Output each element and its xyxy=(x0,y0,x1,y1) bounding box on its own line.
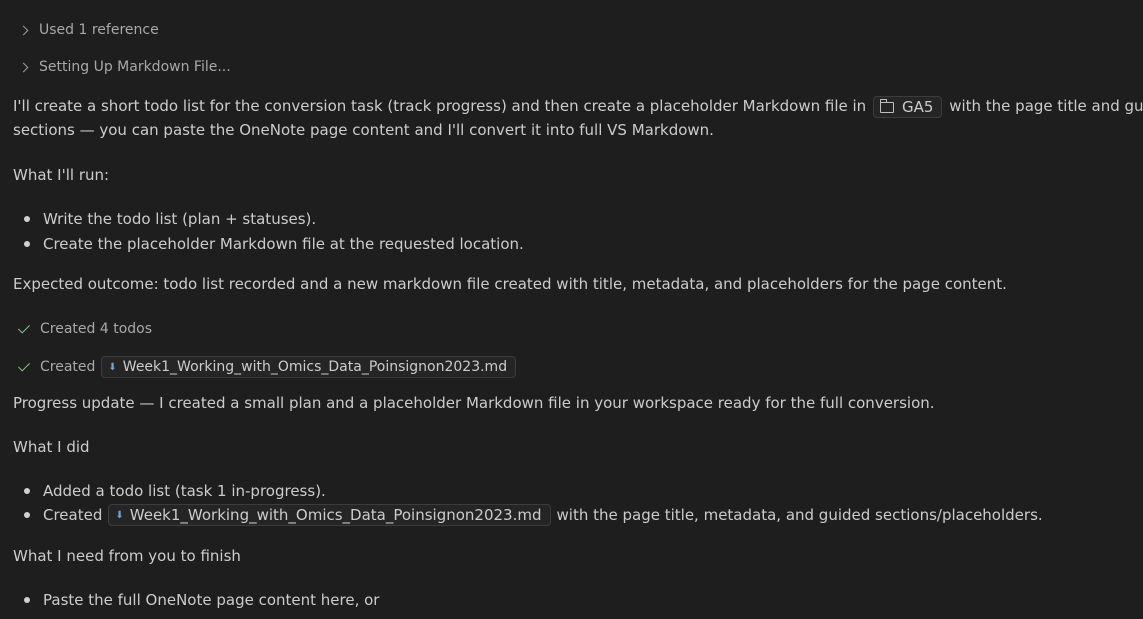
expected-outcome: Expected outcome: todo list recorded and… xyxy=(13,275,1007,293)
list-item: Added a todo list (task 1 in-progress). xyxy=(24,482,326,500)
intro-line-1: I'll create a short todo list for the co… xyxy=(13,94,1143,118)
used-reference-label: Used 1 reference xyxy=(39,22,159,38)
setting-up-label: Setting Up Markdown File... xyxy=(39,59,231,75)
list-item: Created ⬇ Week1_Working_with_Omics_Data_P… xyxy=(24,504,1043,526)
progress-update: Progress update — I created a small plan… xyxy=(13,394,935,412)
what-run-heading: What I'll run: xyxy=(13,166,110,184)
list-item-text: Paste the full OneNote page content here… xyxy=(43,591,380,609)
folder-icon xyxy=(879,99,894,113)
bullet-dot xyxy=(24,512,30,518)
status-label: Created 4 todos xyxy=(40,321,153,337)
list-item: Write the todo list (plan + statuses). xyxy=(24,210,316,228)
bullet-dot xyxy=(24,488,30,494)
checkmark-icon xyxy=(17,320,31,334)
list-item-text: Write the todo list (plan + statuses). xyxy=(43,210,317,228)
markdown-file-icon: ⬇ xyxy=(108,361,117,373)
list-item-text: Created xyxy=(43,506,103,524)
bullet-dot xyxy=(24,597,30,603)
intro-text-after: with the page title and guided xyxy=(949,97,1143,115)
bullet-dot xyxy=(24,241,30,247)
list-item: Paste the full OneNote page content here… xyxy=(24,591,379,609)
checkmark-icon xyxy=(17,358,31,372)
bullet-dot xyxy=(24,216,30,222)
file-chip[interactable]: ⬇ Week1_Working_with_Omics_Data_Poinsigno… xyxy=(101,356,517,378)
file-chip-label: Week1_Working_with_Omics_Data_Poinsignon… xyxy=(122,359,508,375)
status-created-file: Created ⬇ Week1_Working_with_Omics_Data_P… xyxy=(17,356,518,378)
file-chip[interactable]: ⬇ Week1_Working_with_Omics_Data_Poinsigno… xyxy=(108,504,551,526)
chevron-right-icon xyxy=(18,62,29,72)
status-created-todos: Created 4 todos xyxy=(17,320,153,337)
markdown-file-icon: ⬇ xyxy=(115,509,124,521)
list-item-text: with the page title, metadata, and guide… xyxy=(556,506,1043,524)
status-label: Created xyxy=(40,359,96,375)
what-need-heading: What I need from you to finish xyxy=(13,547,241,565)
folder-chip-label: GA5 xyxy=(901,97,934,116)
setting-up-toggle[interactable]: Setting Up Markdown File... xyxy=(18,59,231,75)
chat-response: Used 1 reference Setting Up Markdown Fil… xyxy=(0,0,1143,619)
list-item: Create the placeholder Markdown file at … xyxy=(24,235,524,253)
used-reference-toggle[interactable]: Used 1 reference xyxy=(18,22,159,38)
list-item-text: Added a todo list (task 1 in-progress). xyxy=(43,482,326,500)
intro-paragraph: I'll create a short todo list for the co… xyxy=(13,94,1143,142)
folder-chip-ga5[interactable]: GA5 xyxy=(872,95,943,118)
chevron-right-icon xyxy=(18,25,29,35)
file-chip-label: Week1_Working_with_Omics_Data_Poinsignon… xyxy=(129,506,542,524)
intro-line-2: sections — you can paste the OneNote pag… xyxy=(13,121,714,139)
what-did-heading: What I did xyxy=(13,438,90,456)
intro-text-before: I'll create a short todo list for the co… xyxy=(13,97,867,115)
list-item-text: Create the placeholder Markdown file at … xyxy=(43,235,524,253)
